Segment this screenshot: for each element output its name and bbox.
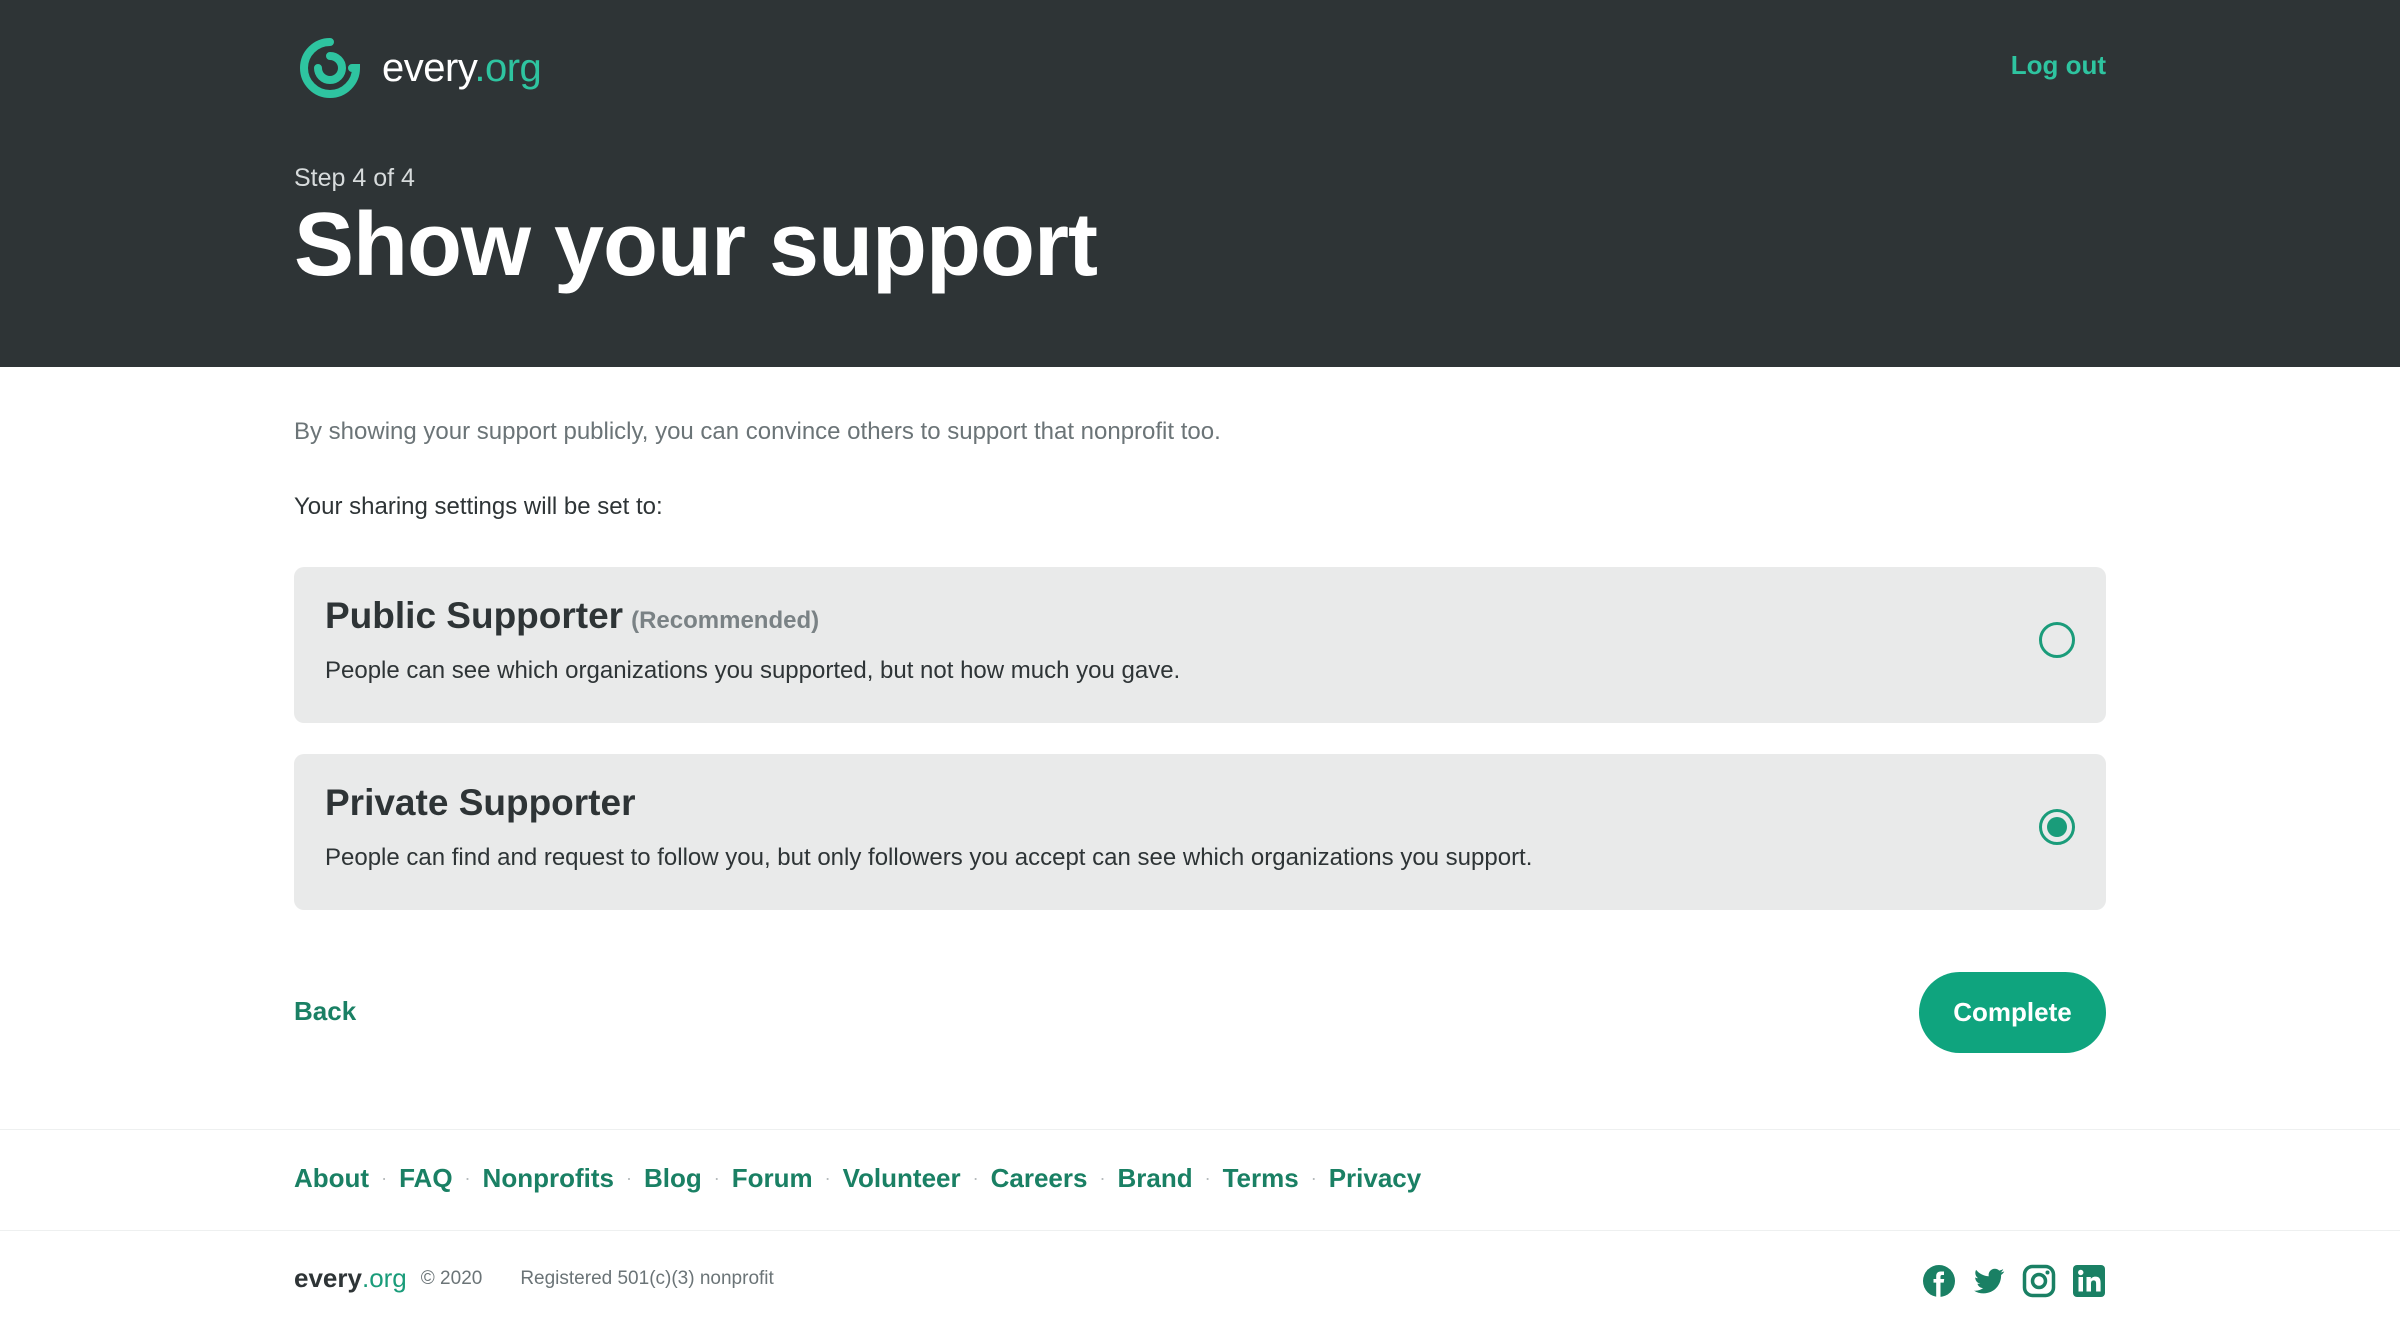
step-indicator: Step 4 of 4 [294, 164, 415, 192]
footer-link-terms[interactable]: Terms [1223, 1163, 1299, 1194]
footer-separator: · [1310, 1168, 1317, 1188]
footer-bottom: every.org © 2020 Registered 501(c)(3) no… [294, 1263, 774, 1294]
page-title: Show your support [294, 195, 1098, 295]
every-org-logo-icon [300, 38, 361, 98]
linkedin-icon[interactable] [2072, 1264, 2106, 1298]
footer-link-forum[interactable]: Forum [732, 1163, 813, 1194]
footer-divider [0, 1230, 2400, 1231]
footer-link-brand[interactable]: Brand [1117, 1163, 1192, 1194]
sharing-label: Your sharing settings will be set to: [294, 493, 663, 520]
facebook-icon[interactable] [1922, 1264, 1956, 1298]
site-header: every.org Log out Step 4 of 4 Show your … [0, 0, 2400, 367]
footer-nav: About · FAQ · Nonprofits · Blog · Forum … [294, 1163, 1421, 1194]
recommended-tag: (Recommended) [631, 607, 820, 634]
footer-separator: · [625, 1168, 632, 1188]
footer-link-blog[interactable]: Blog [644, 1163, 702, 1194]
back-link[interactable]: Back [294, 996, 356, 1027]
footer-separator: · [1099, 1168, 1106, 1188]
twitter-icon[interactable] [1972, 1264, 2006, 1298]
option-title: Public Supporter (Recommended) [325, 595, 820, 636]
footer-separator: · [972, 1168, 979, 1188]
footer-separator: · [1204, 1168, 1211, 1188]
footer-separator: · [824, 1168, 831, 1188]
footer-link-about[interactable]: About [294, 1163, 369, 1194]
footer-link-privacy[interactable]: Privacy [1329, 1163, 1422, 1194]
option-public-supporter[interactable]: Public Supporter (Recommended) People can… [294, 567, 2106, 723]
social-links [1922, 1264, 2106, 1298]
private-supporter-radio[interactable] [2039, 809, 2075, 845]
option-description: People can find and request to follow yo… [325, 844, 1533, 871]
public-supporter-radio[interactable] [2039, 622, 2075, 658]
option-description: People can see which organizations you s… [325, 657, 1181, 684]
footer-logo[interactable]: every.org [294, 1263, 407, 1294]
logo-text: every.org [382, 45, 542, 90]
instagram-icon[interactable] [2022, 1264, 2056, 1298]
footer-separator: · [381, 1168, 388, 1188]
footer-link-volunteer[interactable]: Volunteer [843, 1163, 961, 1194]
footer-link-nonprofits[interactable]: Nonprofits [483, 1163, 614, 1194]
logo[interactable]: every.org [294, 36, 542, 100]
footer-link-careers[interactable]: Careers [991, 1163, 1088, 1194]
intro-text: By showing your support publicly, you ca… [294, 418, 1221, 445]
registered-nonprofit: Registered 501(c)(3) nonprofit [520, 1267, 774, 1289]
footer-separator: · [464, 1168, 471, 1188]
option-title: Private Supporter [325, 782, 636, 823]
logout-link[interactable]: Log out [2011, 50, 2106, 81]
complete-button[interactable]: Complete [1919, 972, 2106, 1053]
footer-separator: · [713, 1168, 720, 1188]
copyright: © 2020 [420, 1267, 483, 1289]
option-private-supporter[interactable]: Private Supporter People can find and re… [294, 754, 2106, 910]
footer-divider [0, 1129, 2400, 1130]
footer-link-faq[interactable]: FAQ [399, 1163, 452, 1194]
